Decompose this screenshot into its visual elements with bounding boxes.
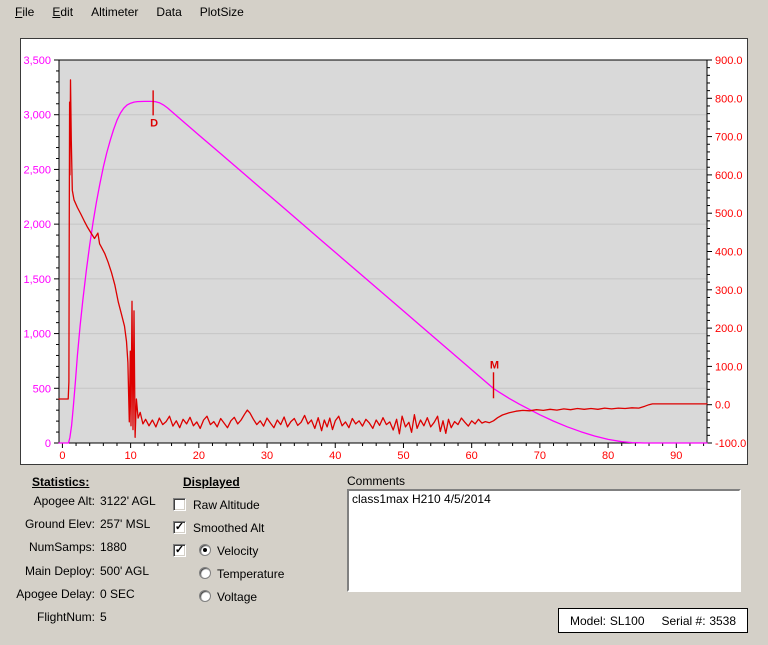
x-tick-label: 10 xyxy=(124,450,136,462)
menu-item-file[interactable]: File xyxy=(6,2,43,22)
x-tick-label: 40 xyxy=(329,450,341,462)
marker-m-label: M xyxy=(490,359,499,371)
raw-altitude-label: Raw Altitude xyxy=(193,498,260,512)
velocity-checkbox[interactable]: ✓ xyxy=(173,544,186,557)
y-right-tick-label: -100.0 xyxy=(715,438,746,450)
y-left-tick-label: 3,500 xyxy=(23,55,51,67)
menu-item-plotsize[interactable]: PlotSize xyxy=(191,2,253,22)
model-label: Model: xyxy=(570,614,606,628)
voltage-label: Voltage xyxy=(217,590,257,604)
y-right-tick-label: 200.0 xyxy=(715,323,743,335)
y-left-tick-label: 1,500 xyxy=(23,274,51,286)
x-tick-label: 60 xyxy=(466,450,478,462)
stat-label: FlightNum: xyxy=(14,610,95,624)
serial-label: Serial #: xyxy=(662,614,706,628)
temperature-label: Temperature xyxy=(217,567,284,581)
stat-label: NumSamps: xyxy=(14,540,95,554)
y-right-tick-label: 800.0 xyxy=(715,93,743,105)
smoothed-alt-checkbox[interactable]: ✓ xyxy=(173,521,186,534)
menu-item-data[interactable]: Data xyxy=(147,2,190,22)
menu-item-altimeter[interactable]: Altimeter xyxy=(82,2,147,22)
stat-value: 257' MSL xyxy=(100,517,150,531)
stat-value: 500' AGL xyxy=(100,564,149,578)
stat-value: 5 xyxy=(100,610,107,624)
menu-bar: FileEditAltimeterDataPlotSize xyxy=(0,0,768,24)
model-value: SL100 xyxy=(610,614,645,628)
menu-item-edit[interactable]: Edit xyxy=(43,2,82,22)
stat-row: FlightNum: 5 xyxy=(14,610,244,624)
stat-label: Apogee Alt: xyxy=(14,494,95,508)
stat-label: Ground Elev: xyxy=(14,517,95,531)
statistics-header: Statistics: xyxy=(32,475,89,489)
x-tick-label: 20 xyxy=(193,450,205,462)
y-left-tick-label: 2,000 xyxy=(23,219,51,231)
displayed-header: Displayed xyxy=(183,475,240,489)
serial-value: 3538 xyxy=(709,614,736,628)
y-left-tick-label: 0 xyxy=(45,438,51,450)
x-tick-label: 30 xyxy=(261,450,273,462)
y-right-tick-label: 500.0 xyxy=(715,208,743,220)
raw-altitude-checkbox[interactable] xyxy=(173,498,186,511)
temperature-radio[interactable] xyxy=(199,567,211,579)
x-tick-label: 70 xyxy=(534,450,546,462)
flight-plot: 05001,0001,5002,0002,5003,0003,500-100.0… xyxy=(21,39,747,464)
velocity-label: Velocity xyxy=(217,544,258,558)
comments-input[interactable]: class1max H210 4/5/2014 xyxy=(347,489,741,592)
x-tick-label: 90 xyxy=(670,450,682,462)
x-tick-label: 50 xyxy=(397,450,409,462)
y-right-tick-label: 600.0 xyxy=(715,170,743,182)
y-right-tick-label: 100.0 xyxy=(715,361,743,373)
y-right-tick-label: 0.0 xyxy=(715,400,730,412)
stat-value: 1880 xyxy=(100,540,127,554)
smoothed-alt-label: Smoothed Alt xyxy=(193,521,264,535)
flight-plot-panel: 05001,0001,5002,0002,5003,0003,500-100.0… xyxy=(20,38,748,465)
stat-label: Apogee Delay: xyxy=(14,587,95,601)
velocity-radio[interactable] xyxy=(199,544,211,556)
marker-d-label: D xyxy=(150,117,158,129)
comments-label: Comments xyxy=(347,474,405,488)
y-left-tick-label: 2,500 xyxy=(23,164,51,176)
radio-dot xyxy=(203,548,207,552)
y-right-tick-label: 400.0 xyxy=(715,247,743,259)
y-right-tick-label: 700.0 xyxy=(715,132,743,144)
app-window: { "window": { "bg": "#d4d0c8" }, "menu":… xyxy=(0,0,768,645)
y-left-tick-label: 3,000 xyxy=(23,110,51,122)
status-model-box: Model: SL100 Serial #: 3538 xyxy=(558,608,748,633)
y-right-tick-label: 300.0 xyxy=(715,285,743,297)
y-left-tick-label: 1,000 xyxy=(23,329,51,341)
voltage-radio[interactable] xyxy=(199,590,211,602)
y-left-tick-label: 500 xyxy=(33,383,51,395)
stat-value: 0 SEC xyxy=(100,587,135,601)
stat-label: Main Deploy: xyxy=(14,564,95,578)
x-tick-label: 80 xyxy=(602,450,614,462)
y-right-tick-label: 900.0 xyxy=(715,55,743,67)
x-tick-label: 0 xyxy=(59,450,65,462)
stat-value: 3122' AGL xyxy=(100,494,156,508)
